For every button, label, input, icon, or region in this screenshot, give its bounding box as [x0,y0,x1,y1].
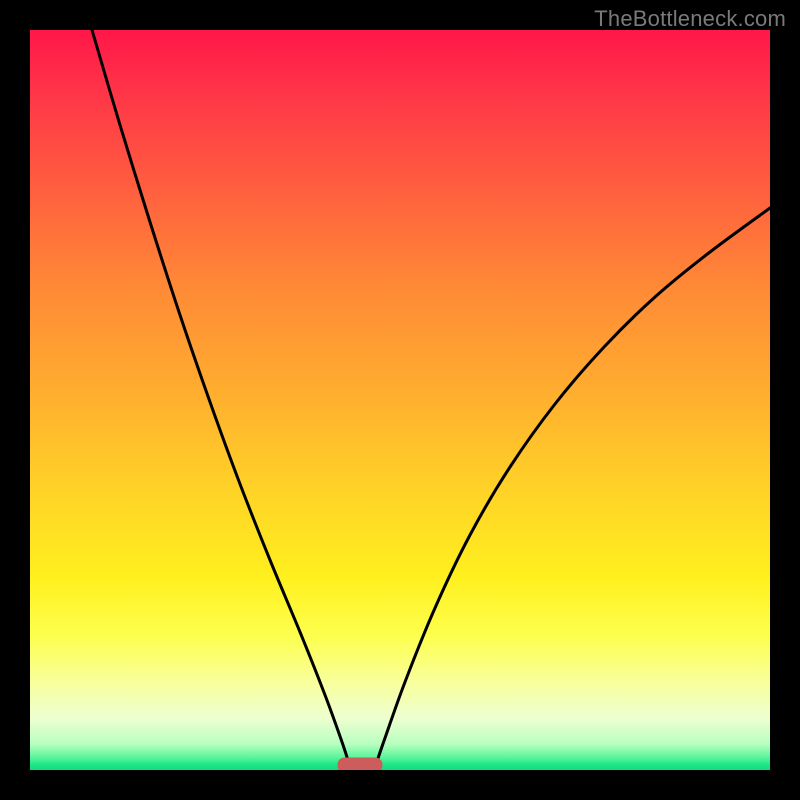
watermark-text: TheBottleneck.com [594,6,786,32]
plot-area [30,30,770,770]
chart-frame: TheBottleneck.com [0,0,800,800]
left-branch-curve [92,30,350,767]
right-branch-curve [375,208,770,767]
curve-layer [30,30,770,770]
minimum-marker [338,758,383,771]
